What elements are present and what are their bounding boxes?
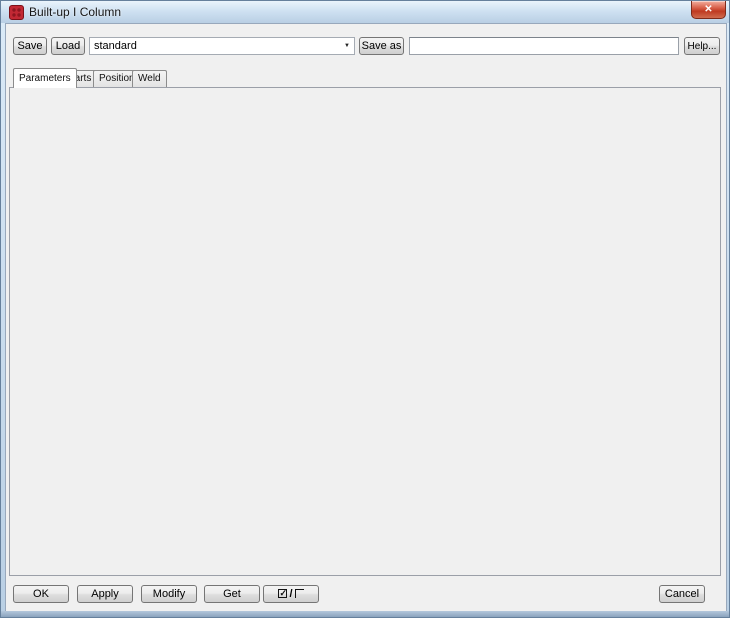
toggle-all-checkboxes-button[interactable]: ✓/: [263, 585, 319, 603]
checked-box-icon: ✓: [278, 589, 287, 598]
save-as-input[interactable]: [409, 37, 679, 55]
help-button[interactable]: Help...: [684, 37, 720, 55]
profile-combobox[interactable]: standard ▼: [89, 37, 355, 55]
tab-parameters[interactable]: Parameters: [13, 68, 77, 88]
dropdown-arrow-icon: ▼: [344, 42, 350, 50]
apply-button[interactable]: Apply: [77, 585, 133, 603]
dialog-window: Built-up I Column ✕ Save Load standard ▼…: [0, 0, 730, 618]
window-title: Built-up I Column: [29, 5, 121, 19]
window-frame-bottom: [1, 611, 729, 617]
save-as-button[interactable]: Save as: [359, 37, 404, 55]
load-button[interactable]: Load: [51, 37, 85, 55]
close-button[interactable]: ✕: [691, 1, 726, 19]
app-icon: [9, 5, 24, 20]
tab-weld[interactable]: Weld: [132, 70, 167, 88]
cancel-button[interactable]: Cancel: [659, 585, 705, 603]
profile-combobox-value: standard: [94, 40, 137, 52]
ok-button[interactable]: OK: [13, 585, 69, 603]
unchecked-box-icon: [295, 589, 304, 598]
tab-panel: [9, 87, 721, 576]
save-button[interactable]: Save: [13, 37, 47, 55]
get-button[interactable]: Get: [204, 585, 260, 603]
toggle-separator: /: [289, 588, 292, 600]
modify-button[interactable]: Modify: [141, 585, 197, 603]
title-bar[interactable]: Built-up I Column ✕: [1, 1, 729, 23]
